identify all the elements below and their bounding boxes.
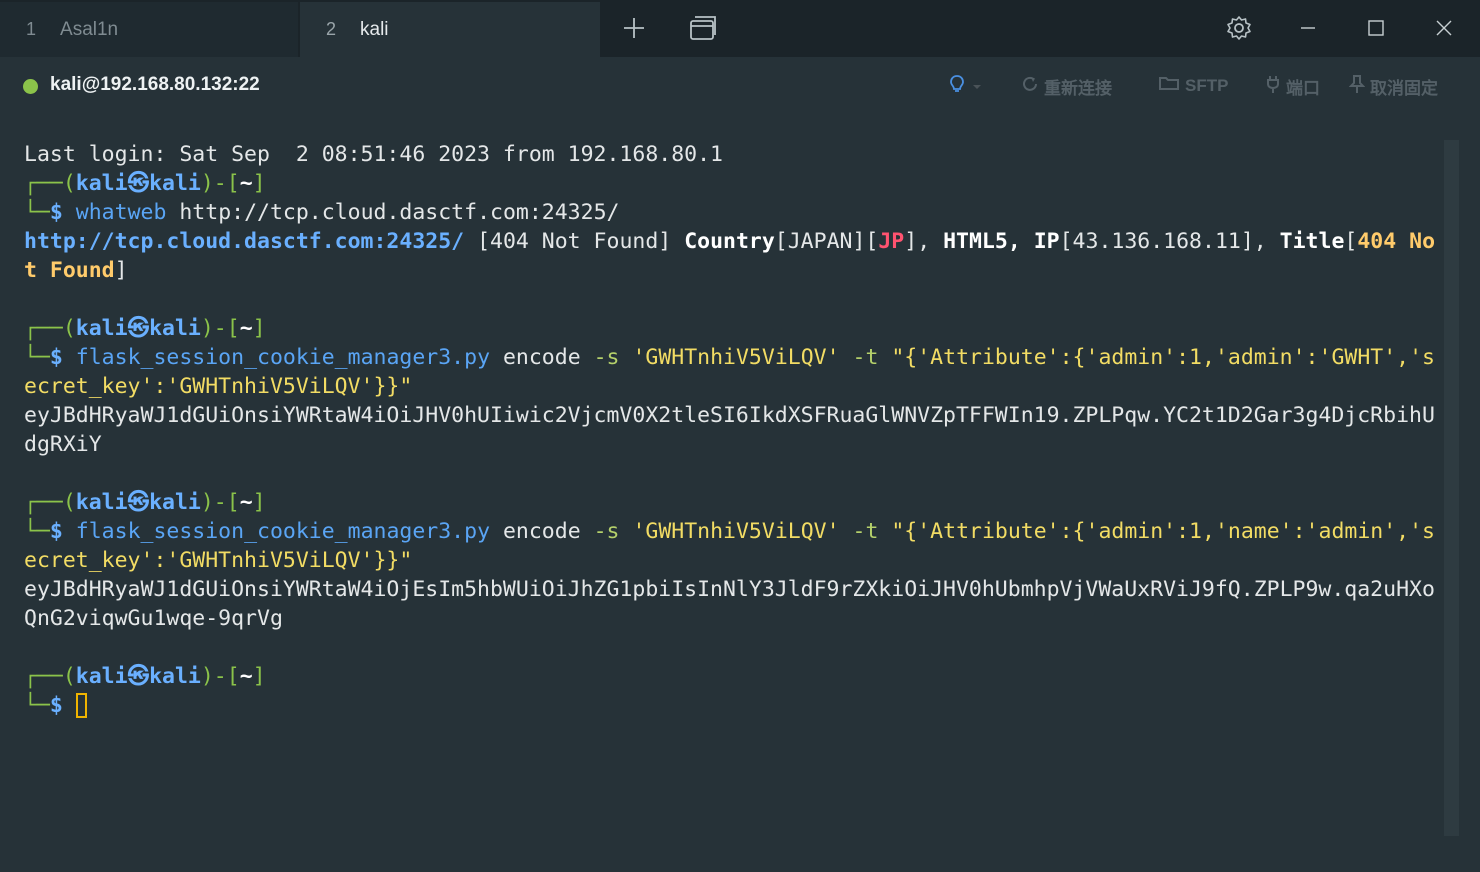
cookie-output-line: dgRXiY <box>24 432 102 457</box>
connection-status-indicator <box>23 79 38 94</box>
last-login-line: Last login: Sat Sep 2 08:51:46 2023 from… <box>24 142 723 167</box>
cookie-output-line: QnG2viqwGu1wqe-9qrVg <box>24 606 283 631</box>
sftp-button[interactable]: SFTP <box>1158 74 1228 97</box>
pin-icon <box>1348 74 1366 99</box>
connection-bar: kali@192.168.80.132:22 重新连接 SFTP 端口 取消固定 <box>0 57 1480 117</box>
prompt-line: ┌──(kali㉿kali)-[~] <box>24 490 266 515</box>
cookie-output-line: eyJBdHRyaWJ1dGUiOnsiYWRtaW4iOjEsIm5hbWUi… <box>24 577 1435 602</box>
tab-bar: 1 Asal1n 2 kali <box>0 0 1480 57</box>
maximize-icon[interactable] <box>1362 14 1390 42</box>
close-icon[interactable] <box>1430 14 1458 42</box>
port-label: 端口 <box>1286 79 1320 98</box>
command-line: └─$ flask_session_cookie_manager3.py enc… <box>24 345 1435 370</box>
chevron-down-icon <box>971 77 983 97</box>
command-continuation: ecret_key':'GWHTnhiV5ViLQV'}}" <box>24 548 413 573</box>
sftp-label: SFTP <box>1185 75 1229 95</box>
folder-icon <box>1158 74 1180 97</box>
prompt-line: ┌──(kali㉿kali)-[~] <box>24 316 266 341</box>
connection-host: kali@192.168.80.132:22 <box>50 74 260 95</box>
refresh-icon <box>1021 75 1039 98</box>
command-line: └─$ whatweb http://tcp.cloud.dasctf.com:… <box>24 200 620 225</box>
plug-icon <box>1265 74 1281 99</box>
reconnect-button[interactable]: 重新连接 <box>1021 74 1112 99</box>
gear-icon[interactable] <box>1225 14 1253 42</box>
lightbulb-icon <box>948 74 966 99</box>
unpin-button[interactable]: 取消固定 <box>1348 74 1438 99</box>
tab-number: 2 <box>326 19 337 39</box>
prompt-line: ┌──(kali㉿kali)-[~] <box>24 171 266 196</box>
tab-label: Asal1n <box>60 18 119 40</box>
prompt-line: ┌──(kali㉿kali)-[~] <box>24 664 266 689</box>
command-continuation: ecret_key':'GWHTnhiV5ViLQV'}}" <box>24 374 413 399</box>
text-cursor <box>75 693 87 718</box>
terminal-output[interactable]: Last login: Sat Sep 2 08:51:46 2023 from… <box>0 140 1444 720</box>
whatweb-output-line: http://tcp.cloud.dasctf.com:24325/ [404 … <box>24 229 1436 254</box>
window-copy-icon[interactable] <box>689 14 717 42</box>
plus-icon[interactable] <box>620 14 648 42</box>
cookie-output-line: eyJBdHRyaWJ1dGUiOnsiYWRtaW4iOiJHV0hUIiwi… <box>24 403 1435 428</box>
unpin-label: 取消固定 <box>1370 79 1438 98</box>
hint-dropdown[interactable] <box>948 74 983 99</box>
tab-number: 1 <box>26 19 37 39</box>
port-button[interactable]: 端口 <box>1265 74 1320 99</box>
command-line: └─$ flask_session_cookie_manager3.py enc… <box>24 519 1435 544</box>
whatweb-output-line: t Found] <box>24 258 128 283</box>
tab-kali[interactable]: 2 kali <box>300 2 600 57</box>
minimize-icon[interactable] <box>1294 14 1322 42</box>
active-command-line[interactable]: └─$ <box>0 691 1444 720</box>
tab-asal1n[interactable]: 1 Asal1n <box>0 2 298 57</box>
tab-label: kali <box>360 18 389 40</box>
scrollbar[interactable] <box>1444 140 1459 836</box>
reconnect-label: 重新连接 <box>1044 79 1112 98</box>
